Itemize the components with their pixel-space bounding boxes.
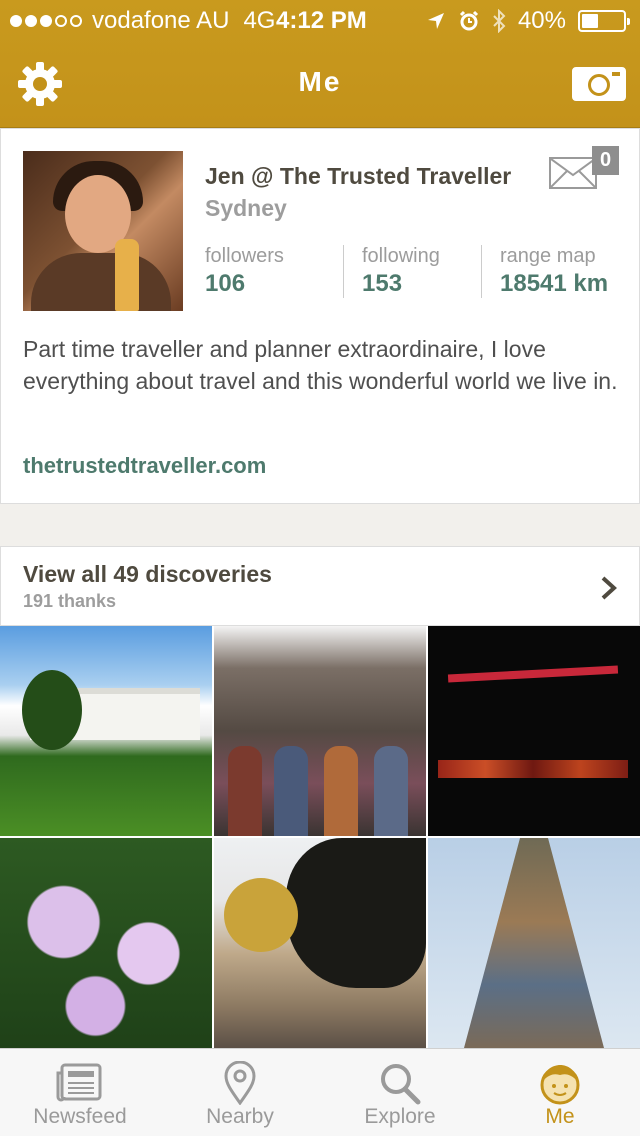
tab-newsfeed[interactable]: Newsfeed	[0, 1049, 160, 1136]
photo-thumbnail-temple-tower[interactable]	[428, 838, 640, 1048]
tab-explore[interactable]: Explore	[320, 1049, 480, 1136]
signal-strength-icon	[10, 15, 82, 27]
face-icon	[540, 1065, 580, 1105]
photo-grid	[0, 626, 640, 1048]
tab-label: Explore	[364, 1105, 436, 1128]
mail-count-badge: 0	[592, 146, 619, 175]
mail-icon[interactable]	[549, 157, 597, 189]
view-discoveries-row[interactable]: View all 49 discoveries 191 thanks	[0, 546, 640, 626]
avatar[interactable]	[23, 151, 183, 311]
profile-card: Jen @ The Trusted Traveller Sydney 0 fol…	[0, 128, 640, 504]
top-bar: vodafone AU 4G 4:12 PM 40% Me	[0, 0, 640, 128]
alarm-clock-icon	[459, 10, 479, 31]
profile-stats: followers 106 following 153 range map 18…	[205, 245, 619, 298]
stat-following[interactable]: following 153	[343, 245, 481, 298]
stat-value: 18541 km	[500, 270, 609, 297]
stat-label: followers	[205, 245, 284, 267]
stat-label: range map	[500, 245, 596, 267]
tab-bar: Newsfeed Nearby Explore Me	[0, 1048, 640, 1136]
photo-thumbnail-mosque[interactable]	[214, 838, 426, 1048]
status-time: 4:12 PM	[276, 7, 367, 34]
discoveries-thanks: 191 thanks	[23, 591, 117, 611]
bluetooth-icon	[493, 9, 506, 33]
tab-label: Newsfeed	[33, 1105, 127, 1128]
tab-nearby[interactable]: Nearby	[160, 1049, 320, 1136]
stat-range-map[interactable]: range map 18541 km	[481, 245, 619, 298]
stat-followers[interactable]: followers 106	[205, 245, 343, 298]
status-bar: vodafone AU 4G 4:12 PM 40%	[0, 0, 640, 40]
stat-value: 153	[362, 270, 403, 297]
discoveries-title: View all 49 discoveries	[23, 561, 272, 587]
location-arrow-icon	[427, 13, 444, 29]
tab-label: Nearby	[206, 1105, 274, 1128]
website-link[interactable]: thetrustedtraveller.com	[23, 453, 266, 479]
network-label: 4G	[243, 7, 276, 34]
photo-thumbnail-orchids[interactable]	[0, 838, 212, 1048]
page-title: Me	[298, 66, 342, 97]
photo-thumbnail-night-lights[interactable]	[428, 626, 640, 836]
camera-icon[interactable]	[572, 67, 626, 101]
photo-thumbnail-temple-statues[interactable]	[214, 626, 426, 836]
profile-bio: Part time traveller and planner extraord…	[23, 336, 618, 394]
battery-percent: 40%	[517, 7, 566, 34]
stat-value: 106	[205, 270, 246, 297]
stat-label: following	[362, 245, 440, 267]
carrier-label: vodafone AU	[92, 7, 230, 34]
chevron-right-icon	[601, 576, 617, 600]
battery-icon	[578, 10, 630, 32]
tab-label: Me	[545, 1105, 575, 1128]
profile-city: Sydney	[205, 195, 287, 221]
tab-me[interactable]: Me	[480, 1049, 640, 1136]
photo-thumbnail-garden-house[interactable]	[0, 626, 212, 836]
profile-name: Jen @ The Trusted Traveller	[205, 163, 512, 189]
newspaper-icon	[56, 1063, 102, 1102]
map-pin-icon	[224, 1061, 256, 1105]
search-icon	[381, 1064, 421, 1105]
